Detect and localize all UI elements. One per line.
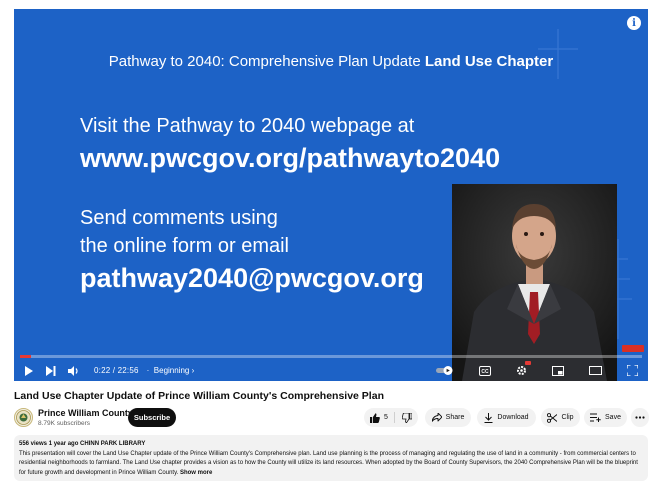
autoplay-toggle[interactable]: [436, 366, 454, 375]
like-button[interactable]: 5: [370, 412, 388, 423]
settings-icon[interactable]: [516, 361, 531, 376]
slide-url: www.pwcgov.org/pathwayto2040: [80, 143, 501, 173]
download-label: Download: [497, 414, 529, 421]
progress-bar[interactable]: [20, 355, 642, 358]
miniplayer-icon[interactable]: [552, 365, 564, 376]
chapter-title[interactable]: · Beginning ›: [147, 366, 195, 375]
like-dislike-group: 5: [364, 408, 418, 427]
like-count: 5: [384, 414, 388, 421]
like-divider: [394, 412, 396, 423]
share-label: Share: [445, 414, 465, 421]
scissors-icon: [547, 412, 558, 423]
time-display: 0:22 / 22:56: [94, 366, 139, 375]
chapter-label: Beginning: [153, 366, 190, 375]
save-icon: [590, 413, 601, 422]
captions-icon[interactable]: CC: [479, 365, 491, 376]
subscriber-count: 8.79K subscribers: [38, 420, 91, 427]
video-player[interactable]: i Pathway to 2040: Comprehensive Plan Up…: [14, 9, 648, 381]
description-text: This presentation will cover the Land Us…: [19, 450, 638, 476]
download-icon: [484, 412, 493, 423]
share-icon: [431, 413, 442, 422]
show-more-link[interactable]: Show more: [180, 470, 212, 476]
clip-button[interactable]: Clip: [541, 408, 580, 427]
slide-line-comments: Send comments using: [80, 207, 278, 229]
volume-icon[interactable]: [68, 365, 80, 376]
thumbs-up-icon: [370, 412, 380, 423]
theater-icon[interactable]: [589, 366, 602, 375]
subscribe-button[interactable]: Subscribe: [128, 408, 176, 427]
slide-line-visit: Visit the Pathway to 2040 webpage at: [80, 115, 415, 137]
more-actions-button[interactable]: [631, 408, 649, 427]
video-meta: 556 views 1 year ago CHINN PARK LIBRARY: [19, 441, 146, 447]
play-icon[interactable]: [24, 365, 34, 376]
chevron-right-icon: ›: [191, 366, 195, 375]
channel-watermark-badge: [622, 345, 644, 352]
svg-text:CC: CC: [481, 369, 489, 375]
save-label: Save: [605, 414, 621, 421]
slide-line-form: the online form or email: [80, 235, 289, 257]
slide-title: Pathway to 2040: Comprehensive Plan Upda…: [108, 53, 554, 70]
info-icon[interactable]: i: [627, 16, 641, 30]
save-button[interactable]: Save: [584, 408, 627, 427]
clip-label: Clip: [561, 414, 574, 421]
next-icon[interactable]: [46, 365, 56, 376]
slide-email: pathway2040@pwcgov.org: [80, 263, 424, 293]
dislike-button[interactable]: [402, 412, 412, 423]
fullscreen-icon[interactable]: [627, 365, 638, 376]
progress-fill: [20, 355, 31, 358]
video-title: Land Use Chapter Update of Prince Willia…: [14, 390, 384, 402]
download-button[interactable]: Download: [477, 408, 536, 427]
more-icon: [635, 416, 645, 419]
speaker-video-inset: [452, 184, 617, 381]
description-box[interactable]: 556 views 1 year ago CHINN PARK LIBRARY …: [14, 435, 648, 481]
player-controls: 0:22 / 22:56 · Beginning › CC: [14, 360, 648, 381]
thumbs-down-icon: [402, 412, 412, 423]
avatar[interactable]: [14, 408, 33, 427]
share-button[interactable]: Share: [425, 408, 471, 427]
channel-name[interactable]: Prince William County: [38, 408, 133, 418]
